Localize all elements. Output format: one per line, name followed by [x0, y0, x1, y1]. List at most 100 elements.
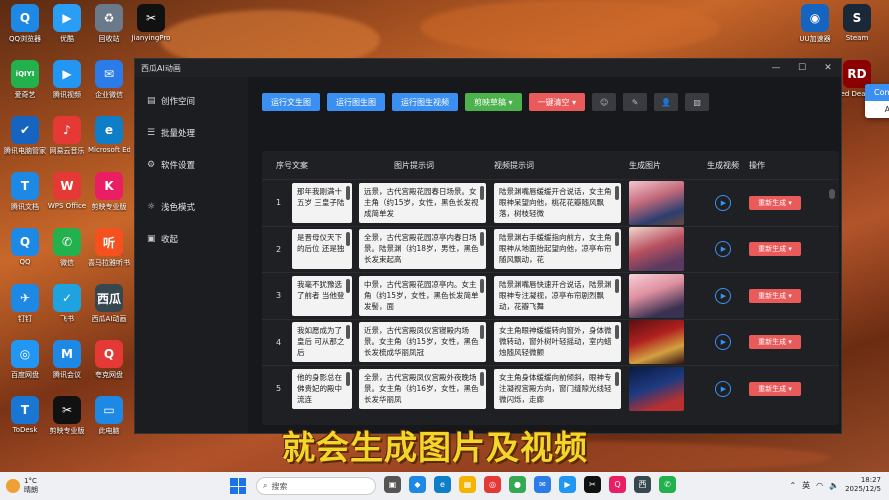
- minimize-icon[interactable]: —: [763, 63, 789, 73]
- run-text-to-image-button[interactable]: 运行文生图: [262, 93, 320, 111]
- desktop-icon[interactable]: 听喜马拉雅听书: [88, 228, 130, 268]
- field-scrollbar[interactable]: [346, 325, 350, 340]
- desktop-icon[interactable]: Q QQ: [4, 228, 46, 266]
- field-scrollbar[interactable]: [615, 325, 619, 340]
- field-scrollbar[interactable]: [346, 278, 350, 293]
- menu-item-api[interactable]: API: [865, 101, 889, 118]
- taskbar-app-icon[interactable]: e: [434, 476, 451, 493]
- desktop-icon[interactable]: T ToDesk: [4, 396, 46, 434]
- image-prompt-field[interactable]: 近景，古代宫殿凤仪宫寝殿内场景。女主角（约15岁，女性，黑色长发梳成华丽凤冠: [359, 322, 486, 363]
- ime-indicator[interactable]: 英: [802, 480, 810, 491]
- field-scrollbar[interactable]: [480, 185, 484, 200]
- desktop-icon[interactable]: ✂ 剪映专业版: [46, 396, 88, 436]
- desktop-icon[interactable]: T 腾讯文档: [4, 172, 46, 212]
- generated-image-thumbnail[interactable]: [629, 366, 684, 411]
- desktop-icon[interactable]: ♻ 回收站: [88, 4, 130, 44]
- user-icon[interactable]: 👤: [654, 93, 679, 111]
- taskbar-app-icon[interactable]: Q: [609, 476, 626, 493]
- copy-text-field[interactable]: 他的身影总在佛贵妃的殿中流连: [292, 368, 352, 409]
- taskbar-app-icon[interactable]: ●: [509, 476, 526, 493]
- close-icon[interactable]: ✕: [815, 63, 841, 73]
- wifi-icon[interactable]: ◠: [816, 481, 823, 490]
- desktop-icon[interactable]: ✉ 企业微信: [88, 60, 130, 100]
- video-prompt-field[interactable]: 陆景渊嘴唇缓缓开合说话，女主角眼神呆望向他，桃花花瓣随风飘落，树枝轻微: [494, 182, 621, 223]
- taskbar-app-icon[interactable]: ✂: [584, 476, 601, 493]
- edit-icon[interactable]: ✎: [623, 93, 648, 111]
- field-scrollbar[interactable]: [480, 371, 484, 386]
- taskbar-app-icon[interactable]: ▣: [384, 476, 401, 493]
- field-scrollbar[interactable]: [480, 232, 484, 247]
- sidebar-item-settings[interactable]: ⚙ 软件设置: [147, 157, 248, 173]
- image-prompt-field[interactable]: 中景，古代宫殿花园凉亭内。女主角（约15岁，女性，黑色长发简单发髻，面: [359, 275, 486, 316]
- regenerate-dropdown[interactable]: 重新生成 ▾: [749, 381, 801, 396]
- field-scrollbar[interactable]: [480, 325, 484, 340]
- menu-item-comfyui[interactable]: ComfyUI: [865, 84, 889, 101]
- table-scrollbar[interactable]: [829, 189, 835, 199]
- desktop-icon[interactable]: Q 夸克网盘: [88, 340, 130, 380]
- field-scrollbar[interactable]: [346, 371, 350, 386]
- taskbar-search[interactable]: ⌕ 搜索: [256, 477, 376, 495]
- field-scrollbar[interactable]: [615, 232, 619, 247]
- jianying-draft-dropdown[interactable]: 剪映草稿 ▾: [465, 93, 522, 111]
- clear-all-dropdown[interactable]: 一键清空 ▾: [528, 93, 586, 111]
- run-image-to-video-button[interactable]: 运行图生视频: [392, 93, 458, 111]
- maximize-icon[interactable]: ☐: [789, 63, 815, 73]
- desktop-icon[interactable]: ◎ 百度网盘: [4, 340, 46, 380]
- field-scrollbar[interactable]: [615, 185, 619, 200]
- desktop-icon[interactable]: M 腾讯会议: [46, 340, 88, 380]
- taskbar-app-icon[interactable]: 西: [634, 476, 651, 493]
- chevron-up-icon[interactable]: ⌃: [789, 481, 796, 490]
- start-button[interactable]: [230, 478, 246, 494]
- desktop-icon[interactable]: ♪ 网易云音乐: [46, 116, 88, 156]
- image-icon[interactable]: ▨: [685, 93, 710, 111]
- field-scrollbar[interactable]: [346, 232, 350, 247]
- weather-widget[interactable]: 1°C 晴朗: [6, 477, 38, 495]
- field-scrollbar[interactable]: [615, 278, 619, 293]
- taskbar-app-icon[interactable]: ◎: [484, 476, 501, 493]
- field-scrollbar[interactable]: [615, 371, 619, 386]
- clock[interactable]: 18:27 2025/12/5: [845, 476, 881, 494]
- taskbar-app-icon[interactable]: ◆: [409, 476, 426, 493]
- taskbar-app-icon[interactable]: ✆: [659, 476, 676, 493]
- regenerate-dropdown[interactable]: 重新生成 ▾: [749, 335, 801, 350]
- desktop-icon[interactable]: iQIYI 爱奇艺: [4, 60, 46, 100]
- desktop-icon[interactable]: e Microsoft Edge: [88, 116, 130, 154]
- desktop-icon[interactable]: ✔ 腾讯电脑管家: [4, 116, 46, 156]
- desktop-icon[interactable]: ▶ 优酷: [46, 4, 88, 44]
- run-image-to-image-button[interactable]: 运行图生图: [327, 93, 385, 111]
- video-prompt-field[interactable]: 女主角身体缓缓向前倾斜，眼神专注凝视宫殿方向，窗门缝隙光线轻微闪烁，走廊: [494, 368, 621, 409]
- video-prompt-field[interactable]: 女主角眼神缓缓转向窗外，身体微微转动，窗外树叶轻摇动，室内蜡烛随风轻微颤: [494, 322, 621, 363]
- desktop-icon[interactable]: ✂ JianyingPro: [130, 4, 172, 42]
- desktop-icon[interactable]: ▶ 腾讯视频: [46, 60, 88, 100]
- desktop-icon[interactable]: ▭ 此电脑: [88, 396, 130, 436]
- desktop-icon[interactable]: W WPS Office: [46, 172, 88, 210]
- copy-text-field[interactable]: 是晋母仪天下的后位 还是独: [292, 229, 352, 270]
- play-icon[interactable]: ▶: [715, 380, 731, 397]
- play-icon[interactable]: ▶: [715, 334, 731, 351]
- taskbar-app-icon[interactable]: ▶: [559, 476, 576, 493]
- field-scrollbar[interactable]: [480, 278, 484, 293]
- regenerate-dropdown[interactable]: 重新生成 ▾: [749, 195, 801, 210]
- desktop-icon[interactable]: 西瓜 西瓜AI动画: [88, 284, 130, 324]
- generated-image-thumbnail[interactable]: [629, 180, 684, 225]
- play-icon[interactable]: ▶: [715, 194, 731, 211]
- field-scrollbar[interactable]: [346, 185, 350, 200]
- desktop-icon[interactable]: ✓ 飞书: [46, 284, 88, 324]
- sidebar-item-batch[interactable]: ☰ 批量处理: [147, 125, 248, 141]
- video-prompt-field[interactable]: 陆景渊嘴唇快速开合说话，陆景渊眼神专注凝视，凉亭布帘剧烈飘动，花瓣飞舞: [494, 275, 621, 316]
- play-icon[interactable]: ▶: [715, 241, 731, 258]
- regenerate-dropdown[interactable]: 重新生成 ▾: [749, 288, 801, 303]
- taskbar-app-icon[interactable]: ✉: [534, 476, 551, 493]
- taskbar-app-icon[interactable]: ▦: [459, 476, 476, 493]
- generated-image-thumbnail[interactable]: [629, 320, 684, 365]
- image-prompt-field[interactable]: 远景，古代宫殿花园春日场景。女主角（约15岁，女性，黑色长发视成简单发: [359, 182, 486, 223]
- generated-image-thumbnail[interactable]: [629, 273, 684, 318]
- volume-icon[interactable]: 🔈: [829, 481, 839, 490]
- sidebar-item-collapse[interactable]: ▣ 收起: [147, 231, 248, 247]
- sidebar-item-light-mode[interactable]: ☼ 浅色模式: [147, 199, 248, 215]
- regenerate-dropdown[interactable]: 重新生成 ▾: [749, 242, 801, 257]
- desktop-icon[interactable]: Q QQ浏览器: [4, 4, 46, 44]
- window-titlebar[interactable]: 西瓜AI动画 — ☐ ✕: [135, 59, 841, 77]
- chat-icon[interactable]: ☺: [592, 93, 617, 111]
- copy-text-field[interactable]: 那年我刚满十五岁 三皇子陆: [292, 182, 352, 223]
